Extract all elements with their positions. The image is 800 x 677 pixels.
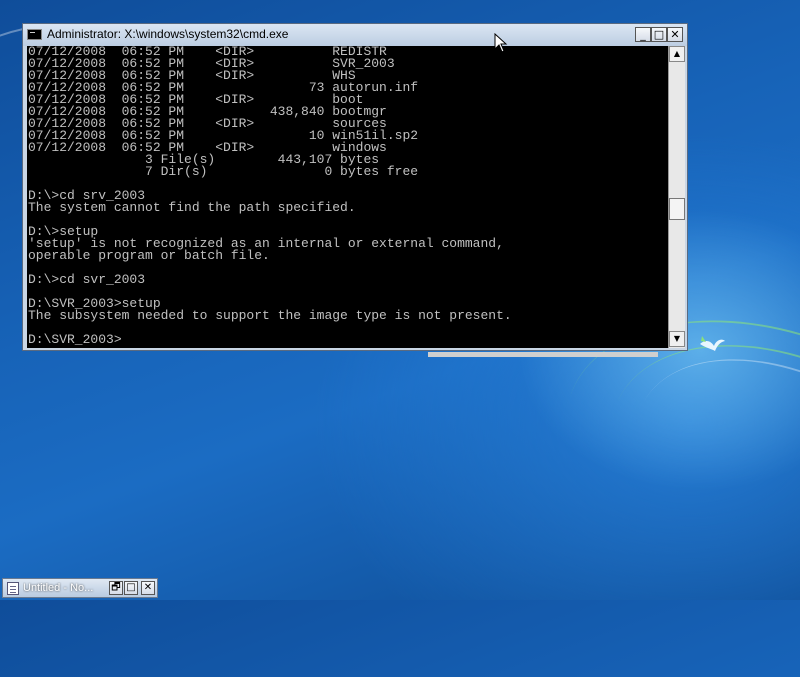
close-button[interactable]: ✕ <box>141 581 155 595</box>
close-button[interactable]: ✕ <box>667 27 683 42</box>
restore-button[interactable]: 🗗 <box>109 581 123 595</box>
console-line: operable program or batch file. <box>28 248 270 263</box>
notepad-title: Untitled - No... <box>23 582 94 594</box>
cmd-icon[interactable] <box>27 29 42 40</box>
mouse-cursor-icon <box>494 33 508 53</box>
notepad-icon <box>7 582 19 595</box>
console-output[interactable]: 07/12/2008 06:52 PM <DIR> REDISTR 07/12/2… <box>27 46 668 348</box>
scroll-down-arrow-icon[interactable]: ▼ <box>669 331 685 347</box>
maximize-button[interactable]: □ <box>651 27 667 42</box>
cmd-window[interactable]: Administrator: X:\windows\system32\cmd.e… <box>22 23 688 351</box>
title-bar[interactable]: Administrator: X:\windows\system32\cmd.e… <box>23 24 687 46</box>
console-line: D:\>cd svr_2003 <box>28 272 146 287</box>
minimized-notepad-window[interactable]: Untitled - No... 🗗 □ ✕ <box>2 578 158 598</box>
console-lines: 07/12/2008 06:52 PM <DIR> REDISTR 07/12/2… <box>27 46 668 346</box>
console-line: 7 Dir(s) 0 bytes free <box>28 164 419 179</box>
scroll-up-arrow-icon[interactable]: ▲ <box>669 46 685 62</box>
console-line: The system cannot find the path specifie… <box>28 200 356 215</box>
scroll-thumb[interactable] <box>669 198 685 220</box>
console-line: D:\SVR_2003> <box>28 332 122 347</box>
maximize-button[interactable]: □ <box>124 581 138 595</box>
windows-bird-logo-icon <box>700 336 725 351</box>
window-title: Administrator: X:\windows\system32\cmd.e… <box>47 27 289 41</box>
minimize-button[interactable]: _ <box>635 27 651 42</box>
vertical-scrollbar[interactable]: ▲ ▼ <box>668 46 685 348</box>
console-line: The subsystem needed to support the imag… <box>28 308 512 323</box>
desktop: { "window": { "title": "Administrator: X… <box>0 0 800 677</box>
window-shadow <box>428 352 658 357</box>
